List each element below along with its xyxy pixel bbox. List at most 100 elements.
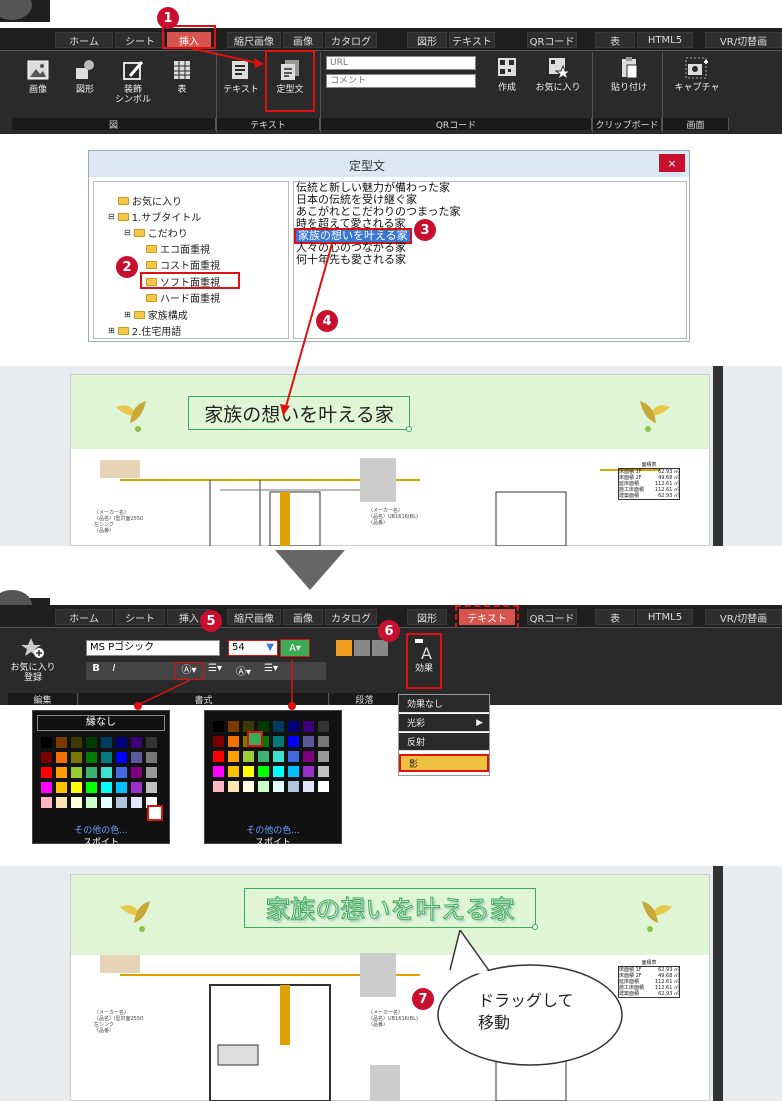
color-swatch[interactable]	[273, 736, 284, 747]
color-swatch[interactable]	[101, 797, 112, 808]
color-swatch[interactable]	[131, 767, 142, 778]
color-swatch[interactable]	[213, 736, 224, 747]
eyedropper-option[interactable]: スポイト	[33, 835, 169, 848]
color-swatch[interactable]	[41, 767, 52, 778]
tree-node-hard[interactable]: ハード面重視	[146, 290, 220, 305]
color-swatch[interactable]	[303, 721, 314, 732]
tab-image[interactable]: 画像	[283, 609, 323, 625]
color-swatch[interactable]	[146, 737, 157, 748]
color-swatch[interactable]	[228, 721, 239, 732]
color-swatch[interactable]	[273, 721, 284, 732]
color-swatch[interactable]	[116, 782, 127, 793]
tab-scaled-image[interactable]: 縮尺画像	[227, 609, 281, 625]
tree-node-kodawari[interactable]: ⊟ こだわり	[124, 225, 188, 240]
resize-handle[interactable]	[406, 426, 412, 432]
color-swatch[interactable]	[213, 781, 224, 792]
color-swatch[interactable]	[213, 721, 224, 732]
color-swatch[interactable]	[56, 767, 67, 778]
effect-shadow-item[interactable]: 影	[399, 754, 489, 772]
color-swatch[interactable]	[258, 751, 269, 762]
dialog-close-button[interactable]: ×	[659, 154, 685, 172]
color-swatch[interactable]	[288, 781, 299, 792]
effect-glow-item[interactable]: 光彩 ▶	[399, 714, 489, 732]
color-swatch[interactable]	[318, 721, 329, 732]
color-swatch[interactable]	[131, 782, 142, 793]
tab-text[interactable]: テキスト	[455, 605, 519, 629]
color-swatch[interactable]	[56, 752, 67, 763]
color-swatch[interactable]	[101, 737, 112, 748]
color-swatch[interactable]	[71, 737, 82, 748]
favorite-register-button[interactable]: お気に入り 登録	[8, 636, 58, 683]
color-swatch[interactable]	[213, 751, 224, 762]
outline-color-button[interactable]: Ⓐ▾	[174, 662, 204, 680]
color-swatch[interactable]	[273, 781, 284, 792]
color-swatch[interactable]	[56, 797, 67, 808]
tree-node-subtitle[interactable]: ⊟ 1.サブタイトル	[108, 209, 201, 224]
color-swatch[interactable]	[41, 752, 52, 763]
font-name-select[interactable]: MS Pゴシック	[86, 640, 220, 656]
color-swatch[interactable]	[116, 767, 127, 778]
color-swatch[interactable]	[41, 797, 52, 808]
list-button[interactable]: ☰▾	[264, 663, 288, 679]
color-swatch[interactable]	[273, 751, 284, 762]
color-swatch[interactable]	[116, 797, 127, 808]
tree-node-family[interactable]: ⊞ 家族構成	[124, 307, 188, 322]
tab-sheet[interactable]: シート	[115, 609, 165, 625]
color-swatch[interactable]	[86, 752, 97, 763]
color-swatch[interactable]	[288, 736, 299, 747]
align-center-icon[interactable]	[354, 640, 370, 656]
color-swatch[interactable]	[86, 797, 97, 808]
color-swatch[interactable]	[101, 782, 112, 793]
highlight-button[interactable]: Ⓐ▾	[236, 663, 260, 679]
effect-none-item[interactable]: 効果なし	[399, 695, 489, 713]
title-textbox-styled[interactable]: 家族の想いを叶える家	[244, 888, 536, 928]
color-swatch[interactable]	[228, 781, 239, 792]
color-swatch[interactable]	[56, 737, 67, 748]
color-swatch[interactable]	[146, 752, 157, 763]
color-swatch[interactable]	[146, 767, 157, 778]
color-swatch[interactable]	[146, 782, 157, 793]
color-swatch[interactable]	[273, 766, 284, 777]
tree-node-favorites[interactable]: お気に入り	[118, 193, 182, 208]
title-textbox[interactable]: 家族の想いを叶える家	[188, 396, 410, 430]
color-swatch[interactable]	[71, 797, 82, 808]
color-swatch[interactable]	[86, 767, 97, 778]
color-swatch[interactable]	[288, 766, 299, 777]
color-swatch[interactable]	[243, 781, 254, 792]
color-swatch[interactable]	[303, 751, 314, 762]
color-swatch[interactable]	[288, 751, 299, 762]
align-button[interactable]: ☰▾	[208, 663, 232, 679]
color-swatch[interactable]	[258, 766, 269, 777]
font-color-button[interactable]: A▾	[280, 639, 310, 657]
tab-home[interactable]: ホーム	[55, 609, 113, 625]
color-swatch[interactable]	[71, 767, 82, 778]
color-swatch[interactable]	[41, 782, 52, 793]
color-swatch[interactable]	[228, 751, 239, 762]
color-swatch[interactable]	[303, 781, 314, 792]
color-swatch[interactable]	[228, 736, 239, 747]
color-swatch[interactable]	[56, 782, 67, 793]
tab-catalog[interactable]: カタログ	[325, 609, 377, 625]
color-swatch[interactable]	[318, 766, 329, 777]
color-swatch[interactable]	[101, 767, 112, 778]
italic-button[interactable]: I	[106, 663, 122, 679]
color-swatch[interactable]	[303, 736, 314, 747]
color-swatch[interactable]	[318, 781, 329, 792]
color-swatch[interactable]	[86, 782, 97, 793]
color-swatch[interactable]	[228, 766, 239, 777]
color-swatch[interactable]	[116, 737, 127, 748]
color-swatch[interactable]	[101, 752, 112, 763]
no-border-option[interactable]: 縁なし	[37, 715, 165, 731]
align-left-icon[interactable]	[336, 640, 352, 656]
tab-html5[interactable]: HTML5	[637, 609, 693, 625]
tab-shape[interactable]: 図形	[407, 609, 447, 625]
color-swatch[interactable]	[71, 782, 82, 793]
color-swatch[interactable]	[258, 781, 269, 792]
color-swatch[interactable]	[131, 797, 142, 808]
color-swatch[interactable]	[318, 751, 329, 762]
eyedropper-option[interactable]: スポイト	[205, 835, 341, 848]
tree-node-housing-terms[interactable]: ⊞ 2.住宅用語	[108, 323, 181, 338]
tab-vr[interactable]: VR/切替画	[705, 609, 782, 625]
tab-qrcode[interactable]: QRコード	[527, 609, 577, 625]
tree-node-cost[interactable]: コスト面重視	[146, 257, 220, 272]
